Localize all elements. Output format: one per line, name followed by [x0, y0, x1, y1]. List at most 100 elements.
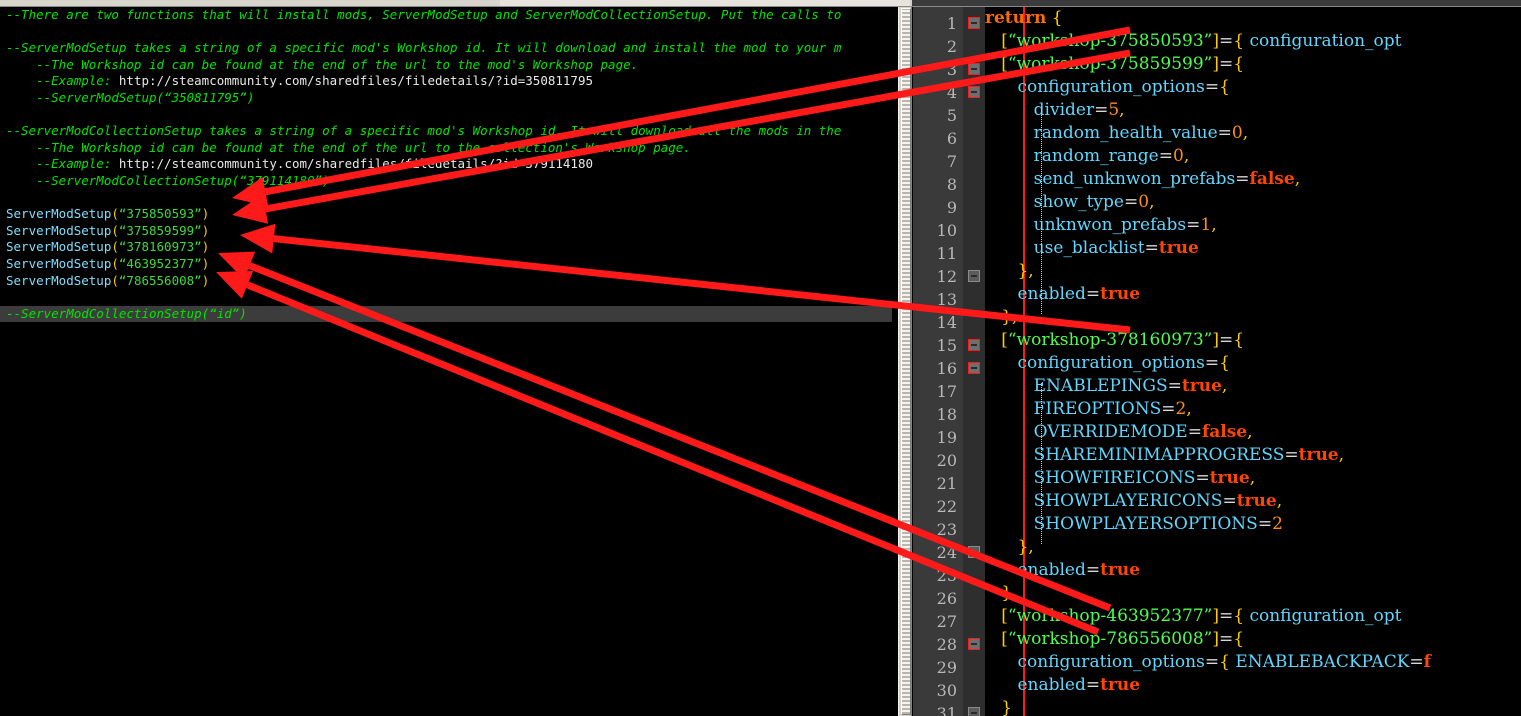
right-code-line[interactable]: }: [985, 697, 1521, 716]
fold-toggle-icon[interactable]: [968, 362, 980, 374]
left-code-line[interactable]: --Example: http://steamcommunity.com/sha…: [6, 156, 898, 173]
left-code-line[interactable]: ServerModSetup(“378160973”): [6, 239, 898, 256]
code-token: SHAREMINIMAPPROGRESS: [1033, 445, 1285, 465]
left-code-line[interactable]: --The Workshop id can be found at the en…: [6, 140, 898, 157]
right-code-line[interactable]: enabled=true: [985, 674, 1521, 697]
right-code-line[interactable]: enabled=true: [985, 559, 1521, 582]
code-token: --ServerModCollectionSetup takes a strin…: [6, 123, 842, 139]
right-code-line[interactable]: ENABLEPINGS=true,: [985, 375, 1521, 398]
right-code-line[interactable]: },: [985, 582, 1521, 605]
left-code-line[interactable]: [6, 24, 898, 41]
right-code-line[interactable]: return {: [985, 7, 1521, 30]
code-token: http://steamcommunity.com/sharedfiles/fi…: [118, 73, 594, 89]
fold-toggle-icon[interactable]: [968, 546, 980, 558]
code-token: (: [111, 255, 119, 271]
left-code-line[interactable]: ServerModSetup(“375850593”): [6, 206, 898, 223]
code-token: {: [1233, 31, 1245, 51]
code-token: 1: [1200, 215, 1212, 235]
code-token: ]: [1212, 606, 1219, 626]
scrollbar-thumb[interactable]: [901, 8, 911, 715]
left-code-line-highlighted[interactable]: --ServerModCollectionSetup(“id”): [0, 305, 892, 323]
left-editor-code[interactable]: --There are two functions that will inst…: [0, 7, 898, 323]
right-code-line[interactable]: random_range=0,: [985, 145, 1521, 168]
fold-toggle-icon[interactable]: [968, 638, 980, 650]
code-token: ,: [1028, 537, 1034, 557]
right-code-line[interactable]: configuration_options={ ENABLEBACKPACK=f: [985, 651, 1521, 674]
right-code-line[interactable]: [“workshop-375859599”]={: [985, 53, 1521, 76]
right-code-line[interactable]: },: [985, 306, 1521, 329]
left-code-line[interactable]: [6, 289, 898, 306]
right-code-line[interactable]: },: [985, 536, 1521, 559]
left-code-line[interactable]: ServerModSetup(“463952377”): [6, 256, 898, 273]
right-code-line[interactable]: SHAREMINIMAPPROGRESS=true,: [985, 444, 1521, 467]
code-token: --ServerModCollectionSetup(“id”): [6, 305, 247, 321]
right-code-line[interactable]: show_type=0,: [985, 191, 1521, 214]
code-token: “workshop-375850593”: [1007, 31, 1213, 51]
code-token: ServerModSetup: [6, 222, 112, 238]
line-number: 18: [936, 405, 957, 424]
left-code-line[interactable]: [6, 107, 898, 124]
code-token: ): [201, 239, 210, 255]
line-number: 15: [936, 336, 957, 355]
left-code-line[interactable]: --The Workshop id can be found at the en…: [6, 57, 898, 74]
line-number: 12: [936, 267, 957, 286]
right-code-line[interactable]: random_health_value=0,: [985, 122, 1521, 145]
code-token: =: [1284, 445, 1299, 465]
left-code-line[interactable]: --ServerModCollectionSetup takes a strin…: [6, 123, 898, 140]
right-code-line[interactable]: send_unknwon_prefabs=false,: [985, 168, 1521, 191]
right-code-line[interactable]: use_blacklist=true: [985, 237, 1521, 260]
right-editor-code[interactable]: return { [“workshop-375850593”]={ config…: [985, 7, 1521, 716]
left-code-line[interactable]: [6, 190, 898, 207]
fold-toggle-icon[interactable]: [968, 270, 980, 282]
code-token: ,: [1119, 100, 1125, 120]
line-number: 10: [936, 221, 957, 240]
code-token: ,: [1276, 491, 1283, 511]
code-token: ,: [1211, 215, 1217, 235]
left-pane-vertical-scrollbar[interactable]: [898, 7, 912, 716]
right-editor-pane[interactable]: 1 2 3 4 5 6 7 8 9 10 11 12 13 14 15 16 17 18 19 20 21 22 23 24 2…: [913, 7, 1521, 716]
right-code-line[interactable]: configuration_options={: [985, 352, 1521, 375]
fold-toggle-icon[interactable]: [968, 339, 980, 351]
right-code-line[interactable]: unknwon_prefabs=1,: [985, 214, 1521, 237]
right-code-line[interactable]: SHOWFIREICONS=true,: [985, 467, 1521, 490]
code-token: false: [1201, 422, 1248, 442]
left-editor-pane[interactable]: --There are two functions that will inst…: [0, 7, 898, 716]
right-code-line[interactable]: [“workshop-786556008”]={: [985, 628, 1521, 651]
right-code-line[interactable]: divider=5,: [985, 99, 1521, 122]
left-code-line[interactable]: ServerModSetup(“375859599”): [6, 223, 898, 240]
fold-toggle-icon[interactable]: [968, 86, 980, 98]
right-code-line[interactable]: },: [985, 260, 1521, 283]
right-code-line[interactable]: [“workshop-378160973”]={: [985, 329, 1521, 352]
code-token: =: [1123, 192, 1139, 212]
left-code-line[interactable]: --ServerModSetup takes a string of a spe…: [6, 40, 898, 57]
code-token: }: [1017, 537, 1029, 557]
right-code-line[interactable]: OVERRIDEMODE=false,: [985, 421, 1521, 444]
right-code-line[interactable]: FIREOPTIONS=2,: [985, 398, 1521, 421]
right-code-line[interactable]: enabled=true: [985, 283, 1521, 306]
left-code-line[interactable]: --ServerModSetup(“350811795”): [6, 90, 898, 107]
right-code-line[interactable]: [“workshop-463952377”]={ configuration_o…: [985, 605, 1521, 628]
line-number: 28: [936, 635, 957, 654]
left-code-line[interactable]: --ServerModCollectionSetup(“379114180”): [6, 173, 898, 190]
left-code-line[interactable]: --There are two functions that will inst…: [6, 7, 898, 24]
code-token: true: [1236, 491, 1277, 511]
right-code-line[interactable]: configuration_options={: [985, 76, 1521, 99]
left-code-line[interactable]: --Example: http://steamcommunity.com/sha…: [6, 73, 898, 90]
right-code-line[interactable]: SHOWPLAYERICONS=true,: [985, 490, 1521, 513]
fold-toggle-icon[interactable]: [968, 63, 980, 75]
fold-toggle-icon[interactable]: [968, 17, 980, 29]
right-code-line[interactable]: [“workshop-375850593”]={ configuration_o…: [985, 30, 1521, 53]
left-code-line[interactable]: ServerModSetup(“786556008”): [6, 273, 898, 290]
code-token: true: [1100, 560, 1141, 580]
right-code-line[interactable]: SHOWPLAYERSOPTIONS=2: [985, 513, 1521, 536]
code-token: --Example:: [6, 156, 119, 172]
code-token: “workshop-378160973”: [1007, 330, 1213, 350]
fold-toggle-icon[interactable]: [968, 707, 980, 716]
